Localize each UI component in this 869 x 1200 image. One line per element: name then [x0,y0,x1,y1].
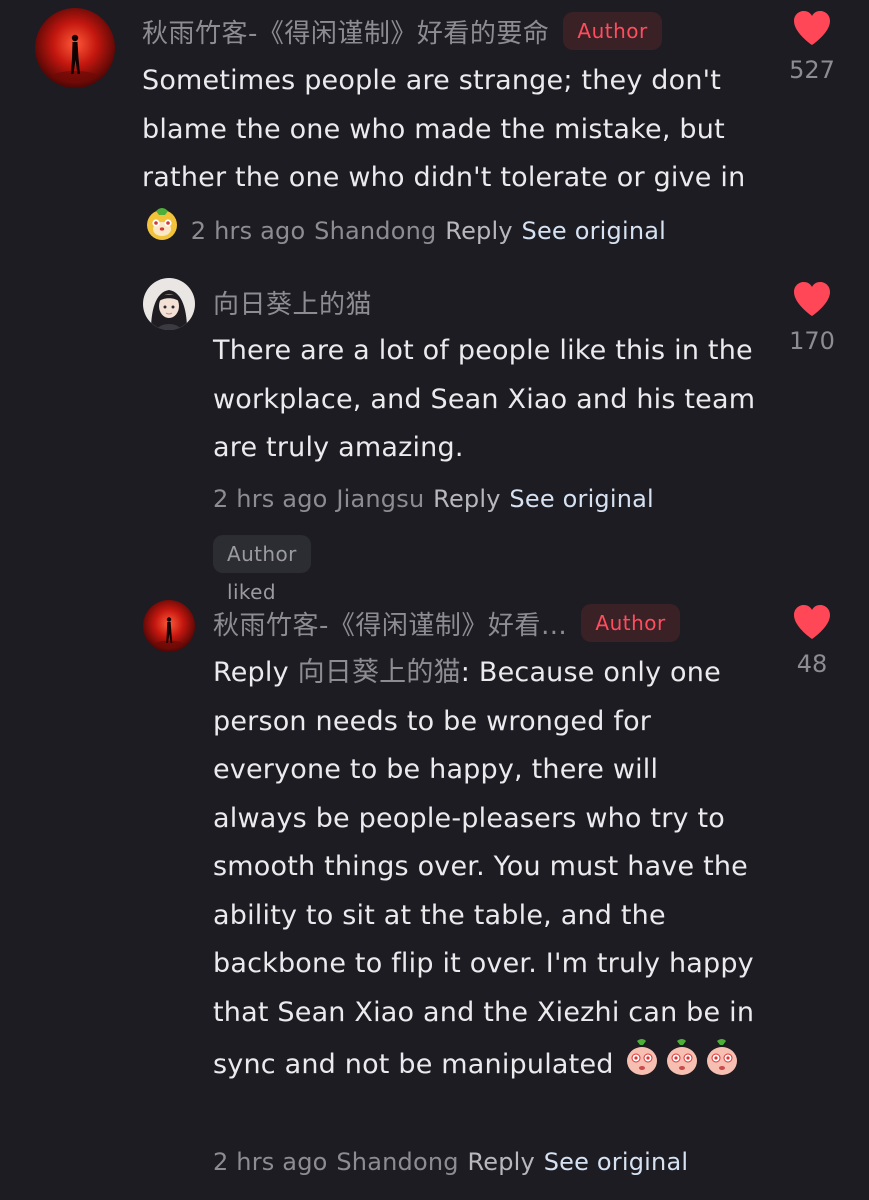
silhouette-on-red-avatar-icon [143,600,195,652]
name-row: 秋雨竹客-《得闲谨制》好看… Author [213,603,680,643]
username[interactable]: 向日葵上的猫 [213,284,372,321]
like-button[interactable]: 48 [772,604,852,678]
comment-text-block: Reply 向日葵上的猫: Because only one person ne… [213,649,758,1094]
avatar[interactable] [35,8,115,88]
dog-face-emoji-icon [142,203,182,260]
like-button[interactable]: 170 [772,281,852,355]
author-liked-badge: Author liked [213,535,311,604]
reply-to-username[interactable]: 向日葵上的猫 [298,657,461,688]
like-button[interactable]: 527 [772,10,852,84]
comment-text: There are a lot of people like this in t… [213,335,756,463]
reply-button[interactable]: Reply [467,1148,534,1176]
peach-face-emoji-icon [622,1037,742,1094]
comment-meta: 2 hrs ago Jiangsu Reply See original [213,475,758,524]
silhouette-on-red-avatar-icon [35,8,115,88]
timestamp: 2 hrs ago [213,1148,328,1176]
location: Shandong [314,216,437,245]
reply-button[interactable]: Reply [445,216,512,244]
timestamp: 2 hrs ago [190,216,306,245]
timestamp: 2 hrs ago [213,485,328,513]
name-row: 向日葵上的猫 [213,282,372,322]
location: Jiangsu [336,485,425,513]
heart-icon[interactable] [792,281,832,317]
avatar[interactable] [143,278,195,330]
heart-icon[interactable] [792,604,832,640]
reply-prefix: Reply [213,657,289,688]
comment-meta: 2 hrs ago Shandong Reply See original [213,1138,758,1187]
like-count: 48 [796,650,828,678]
reply-button[interactable]: Reply [433,485,500,513]
anime-girl-avatar-icon [143,278,195,330]
see-original-link[interactable]: See original [544,1148,689,1176]
like-count: 170 [789,327,835,355]
avatar[interactable] [143,600,195,652]
heart-icon[interactable] [792,10,832,46]
author-badge: Author [581,604,680,642]
comment-text: Sometimes people are strange; they don't… [142,65,746,193]
like-count: 527 [789,56,835,84]
name-row: 秋雨竹客-《得闲谨制》好看的要命 Author [142,11,662,51]
username[interactable]: 秋雨竹客-《得闲谨制》好看… [213,605,567,642]
location: Shandong [336,1148,459,1176]
comment-text-block: There are a lot of people like this in t… [213,327,758,473]
author-badge: Author [563,12,662,50]
see-original-link[interactable]: See original [522,216,667,244]
comment-text: : Because only one person needs to be wr… [213,657,755,1080]
see-original-link[interactable]: See original [509,485,654,513]
username[interactable]: 秋雨竹客-《得闲谨制》好看的要命 [142,13,549,50]
comment-text-block: Sometimes people are strange; they don't… [142,57,762,259]
